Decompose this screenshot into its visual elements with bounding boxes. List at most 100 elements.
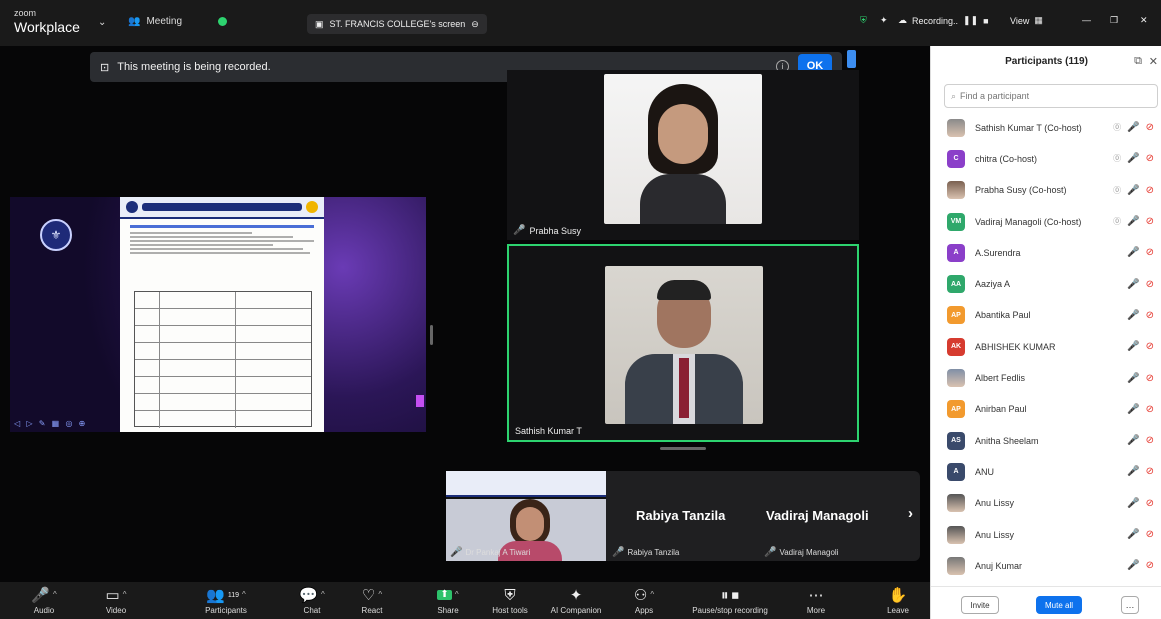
muted-mic-icon[interactable]: 🎤: [1127, 373, 1139, 384]
leave-button[interactable]: ✋ Leave: [868, 586, 928, 616]
participant-name: Sathish Kumar T: [515, 426, 582, 436]
panel-more-button[interactable]: …: [1121, 596, 1139, 614]
view-menu[interactable]: View ▦: [1010, 15, 1043, 26]
pop-out-icon[interactable]: ⧉: [1134, 55, 1142, 68]
presenter-controls[interactable]: ◁ ▷ ✎ ▦ ◎ ⊕: [14, 419, 87, 428]
apps-options-chevron-icon[interactable]: ^: [650, 591, 654, 599]
participant-photo: [604, 74, 762, 224]
muted-mic-icon[interactable]: 🎤: [1127, 341, 1139, 352]
close-panel-icon[interactable]: ✕: [1149, 55, 1158, 68]
muted-mic-icon[interactable]: 🎤: [1127, 247, 1139, 258]
participant-row[interactable]: Cchitra (Co-host) ⓪ 🎤 ⊘: [931, 143, 1161, 174]
video-off-icon[interactable]: ⊘: [1146, 216, 1154, 227]
encryption-shield-icon[interactable]: ⛨: [860, 15, 867, 26]
muted-mic-icon[interactable]: 🎤: [1127, 498, 1139, 509]
college-seal-icon: ⚜: [40, 219, 72, 251]
muted-mic-icon[interactable]: 🎤: [1127, 153, 1139, 164]
stop-recording-icon[interactable]: ■: [983, 16, 988, 26]
participant-search-input[interactable]: [960, 91, 1141, 101]
participant-row[interactable]: Anu Lissy 🎤 ⊘: [931, 519, 1161, 550]
chat-options-chevron-icon[interactable]: ^: [321, 591, 325, 599]
video-tile-rabiya[interactable]: Rabiya Tanzila: [636, 508, 725, 523]
participant-row[interactable]: Anu Lissy 🎤 ⊘: [931, 488, 1161, 519]
participant-row[interactable]: Sathish Kumar T (Co-host) ⓪ 🎤 ⊘: [931, 112, 1161, 143]
participant-row[interactable]: Albert Fedlis 🎤 ⊘: [931, 362, 1161, 393]
more-button[interactable]: ⋯ More: [786, 586, 846, 616]
participants-options-chevron-icon[interactable]: ^: [242, 591, 246, 599]
video-button[interactable]: ▭ ^ Video: [86, 586, 146, 616]
shared-screen-tab[interactable]: ▣ ST. FRANCIS COLLEGE's screen ⊖: [307, 14, 487, 34]
apps-button[interactable]: ⚇ ^ Apps: [614, 586, 674, 616]
close-window-icon[interactable]: ✕: [1140, 15, 1148, 26]
minimize-window-icon[interactable]: —: [1082, 15, 1091, 25]
participant-row[interactable]: AP Anirban Paul 🎤 ⊘: [931, 394, 1161, 425]
video-off-icon[interactable]: ⊘: [1146, 529, 1154, 540]
mic-icon[interactable]: 🎤: [1127, 122, 1139, 133]
video-off-icon[interactable]: ⊘: [1146, 341, 1154, 352]
video-tile-prabha[interactable]: 🎤 Prabha Susy: [507, 70, 859, 240]
ai-sparkle-icon[interactable]: ✦: [880, 15, 888, 26]
video-off-icon[interactable]: ⊘: [1146, 122, 1154, 133]
muted-mic-icon[interactable]: 🎤: [1127, 216, 1139, 227]
participant-row[interactable]: A ANU 🎤 ⊘: [931, 456, 1161, 487]
muted-mic-icon[interactable]: 🎤: [1127, 466, 1139, 477]
participant-row[interactable]: VM Vadiraj Managoli (Co-host) ⓪ 🎤 ⊘: [931, 206, 1161, 237]
video-tile-pankaj[interactable]: 🎤 Dr Pankaj A Tiwari: [446, 471, 606, 561]
participant-row[interactable]: AP Abantika Paul 🎤 ⊘: [931, 300, 1161, 331]
recording-indicator[interactable]: ☁ Recording.. ❚❚ ■: [898, 15, 989, 26]
muted-mic-icon[interactable]: 🎤: [1127, 185, 1139, 196]
video-off-icon[interactable]: ⊘: [1146, 435, 1154, 446]
muted-mic-icon[interactable]: 🎤: [1127, 529, 1139, 540]
video-off-icon[interactable]: ⊘: [1146, 560, 1154, 571]
next-page-chevron-icon[interactable]: ›: [908, 505, 913, 522]
scroll-handle[interactable]: [847, 50, 856, 68]
audio-button[interactable]: 🎤 ^ Audio: [14, 586, 74, 616]
shared-screen[interactable]: ⚜ ◁ ▷ ✎ ▦ ◎ ⊕: [10, 197, 426, 432]
participant-search[interactable]: ⌕: [944, 84, 1158, 108]
restore-window-icon[interactable]: ❐: [1110, 15, 1118, 26]
split-divider[interactable]: [430, 325, 433, 345]
host-tools-button[interactable]: ⛨ Host tools: [480, 586, 540, 616]
muted-mic-icon[interactable]: 🎤: [1127, 404, 1139, 415]
participants-button[interactable]: 👥 119 ^ Participants: [196, 586, 256, 616]
participant-name: ABHISHEK KUMAR: [975, 341, 1056, 352]
react-button[interactable]: ♡ ^ React: [342, 586, 402, 616]
mute-all-button[interactable]: Mute all: [1036, 596, 1082, 614]
video-off-icon[interactable]: ⊘: [1146, 466, 1154, 477]
pause-stop-recording-button[interactable]: ⏸ ⏹ Pause/stop recording: [690, 586, 770, 616]
participant-row[interactable]: AS Anitha Sheelam 🎤 ⊘: [931, 425, 1161, 456]
video-off-icon[interactable]: ⊘: [1146, 247, 1154, 258]
brand-menu-chevron-icon[interactable]: ⌄: [98, 17, 106, 28]
video-off-icon[interactable]: ⊘: [1146, 153, 1154, 164]
ai-companion-button[interactable]: ✦ AI Companion: [546, 586, 606, 616]
video-tile-sathish[interactable]: Sathish Kumar T: [507, 244, 859, 442]
video-off-icon[interactable]: ⊘: [1146, 404, 1154, 415]
video-off-icon[interactable]: ⊘: [1146, 310, 1154, 321]
share-button[interactable]: ⬆ ^ Share: [418, 586, 478, 616]
pause-recording-icon[interactable]: ❚❚: [963, 15, 978, 26]
gallery-scroll-indicator[interactable]: [660, 447, 706, 450]
muted-mic-icon[interactable]: 🎤: [1127, 560, 1139, 571]
video-options-chevron-icon[interactable]: ^: [123, 591, 127, 599]
meeting-menu[interactable]: 👥 Meeting: [128, 16, 182, 27]
participant-row[interactable]: Prabha Susy (Co-host) ⓪ 🎤 ⊘: [931, 175, 1161, 206]
shield-status-icon[interactable]: [218, 17, 227, 26]
video-off-icon[interactable]: ⊘: [1146, 185, 1154, 196]
participant-row[interactable]: A A.Surendra 🎤 ⊘: [931, 237, 1161, 268]
chat-button[interactable]: 💬 ^ Chat: [282, 586, 342, 616]
audio-options-chevron-icon[interactable]: ^: [53, 591, 57, 599]
react-options-chevron-icon[interactable]: ^: [378, 591, 382, 599]
muted-mic-icon[interactable]: 🎤: [1127, 435, 1139, 446]
participant-row[interactable]: AK ABHISHEK KUMAR 🎤 ⊘: [931, 331, 1161, 362]
video-off-icon[interactable]: ⊘: [1146, 373, 1154, 384]
tab-options-icon[interactable]: ⊖: [471, 19, 479, 30]
muted-mic-icon[interactable]: 🎤: [1127, 279, 1139, 290]
muted-mic-icon[interactable]: 🎤: [1127, 310, 1139, 321]
invite-button[interactable]: Invite: [961, 596, 999, 614]
participant-row[interactable]: Anuj Kumar 🎤 ⊘: [931, 550, 1161, 581]
video-off-icon[interactable]: ⊘: [1146, 498, 1154, 509]
participant-row[interactable]: AA Aaziya A 🎤 ⊘: [931, 268, 1161, 299]
share-options-chevron-icon[interactable]: ^: [455, 591, 459, 599]
video-tile-vadiraj[interactable]: Vadiraj Managoli: [766, 508, 869, 523]
video-off-icon[interactable]: ⊘: [1146, 279, 1154, 290]
